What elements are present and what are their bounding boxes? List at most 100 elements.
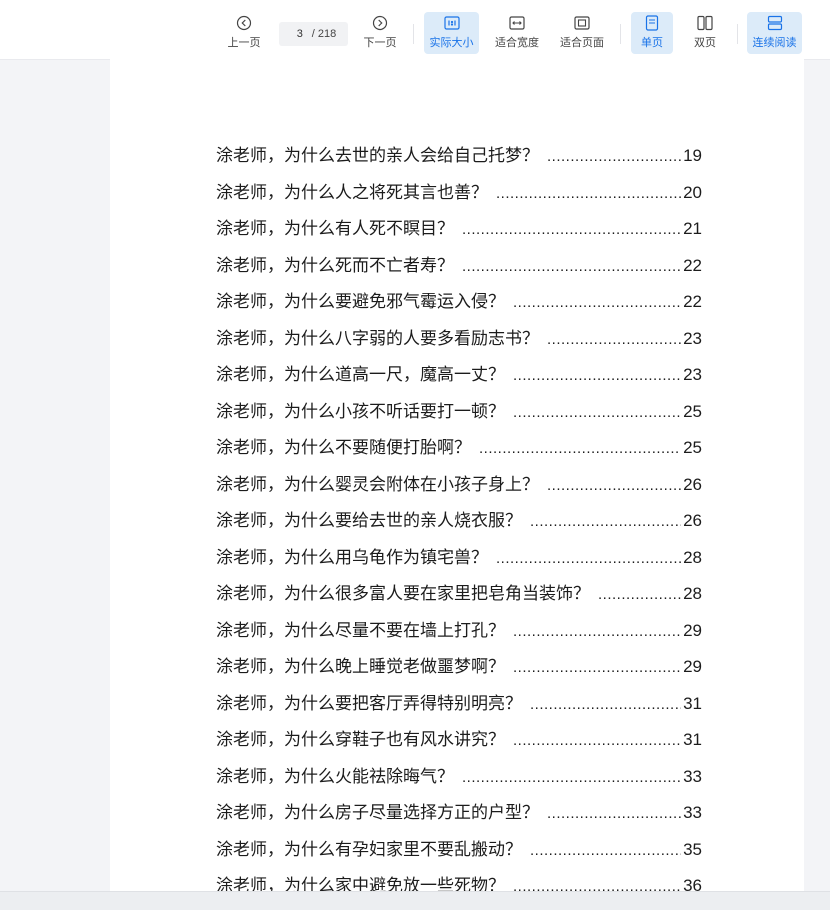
toc-leader-dots: ........................................… (479, 440, 681, 457)
toc-entry-title: 涂老师，为什么家中避免放一些死物？ (216, 876, 505, 891)
toc-entry[interactable]: 涂老师，为什么要给去世的亲人烧衣服？......................… (216, 506, 702, 543)
toc-leader-dots: ........................................… (462, 221, 682, 238)
toc-entry[interactable]: 涂老师，为什么要避免邪气霉运入侵？.......................… (216, 287, 702, 324)
toc-entry-title: 涂老师，为什么有人死不瞑目？ (216, 219, 454, 239)
toc-entry-title: 涂老师，为什么八字弱的人要多看励志书？ (216, 328, 539, 349)
bottom-scrollbar[interactable] (0, 891, 830, 910)
toc-leader-dots: ........................................… (598, 586, 682, 603)
toolbar-divider (620, 24, 621, 44)
toc-entry-title: 涂老师，为什么用乌龟作为镇宅兽？ (216, 547, 488, 568)
toc-entry-page: 35 (683, 839, 702, 859)
toc-leader-dots: ........................................… (513, 294, 682, 311)
toc-leader-dots: ........................................… (513, 367, 682, 384)
toc-leader-dots: ........................................… (547, 805, 682, 822)
toc-entry-page: 25 (683, 438, 702, 457)
toc-entry-page: 26 (683, 474, 702, 494)
toc-entry-title: 涂老师，为什么有孕妇家里不要乱搬动？ (216, 839, 522, 860)
toc-entry-title: 涂老师，为什么道高一尺，魔高一丈？ (216, 365, 505, 385)
page-number-input[interactable] (290, 28, 309, 40)
actual-size-button[interactable]: 实际大小 (424, 12, 479, 54)
toc-entry[interactable]: 涂老师，为什么八字弱的人要多看励志书？.....................… (216, 324, 702, 361)
prev-page-button[interactable]: 上一页 (224, 12, 264, 54)
toc-entry-page: 31 (683, 730, 702, 749)
toc-entry[interactable]: 涂老师，为什么道高一尺，魔高一丈？.......................… (216, 360, 702, 397)
single-page-icon (645, 14, 659, 32)
toc-leader-dots: ........................................… (513, 878, 682, 891)
toc-leader-dots: ........................................… (530, 841, 681, 859)
toc-entry-page: 28 (683, 584, 702, 603)
toc-entry[interactable]: 涂老师，为什么死而不亡者寿？..........................… (216, 251, 702, 288)
fit-page-label: 适合页面 (560, 37, 604, 49)
continuous-reading-button[interactable]: 连续阅读 (747, 12, 802, 54)
toc-entry-page: 33 (683, 766, 702, 786)
double-page-label: 双页 (694, 37, 716, 49)
toc-entry[interactable]: 涂老师，为什么要把客厅弄得特别明亮？......................… (216, 689, 702, 726)
toc-entry[interactable]: 涂老师，为什么去世的亲人会给自己托梦？.....................… (216, 141, 702, 178)
toc-entry[interactable]: 涂老师，为什么尽量不要在墙上打孔？.......................… (216, 616, 702, 653)
toc-entry-page: 29 (683, 620, 702, 640)
table-of-contents: 涂老师，为什么去世的亲人会给自己托梦？.....................… (216, 141, 702, 891)
toc-entry-title: 涂老师，为什么不要随便打胎啊？ (216, 438, 471, 458)
toc-entry-page: 33 (683, 803, 702, 822)
toolbar-divider (737, 24, 738, 44)
fit-page-button[interactable]: 适合页面 (555, 12, 609, 54)
toc-entry-page: 22 (683, 255, 702, 275)
toc-entry[interactable]: 涂老师，为什么很多富人要在家里把皂角当装饰？..................… (216, 579, 702, 616)
toc-entry-title: 涂老师，为什么要把客厅弄得特别明亮？ (216, 693, 522, 714)
toc-entry-title: 涂老师，为什么要给去世的亲人烧衣服？ (216, 511, 522, 531)
single-page-label: 单页 (641, 37, 663, 49)
toc-entry-title: 涂老师，为什么尽量不要在墙上打孔？ (216, 620, 505, 641)
toc-leader-dots: ........................................… (513, 622, 682, 640)
actual-size-label: 实际大小 (429, 37, 474, 49)
fit-width-label: 适合宽度 (495, 37, 539, 49)
toc-entry-title: 涂老师，为什么小孩不听话要打一顿？ (216, 401, 505, 422)
toc-entry[interactable]: 涂老师，为什么晚上睡觉老做噩梦啊？.......................… (216, 652, 702, 689)
toc-entry-page: 23 (683, 365, 702, 384)
toc-entry[interactable]: 涂老师，为什么家中避免放一些死物？.......................… (216, 871, 702, 891)
toc-entry-page: 22 (683, 292, 702, 311)
toc-entry-page: 36 (683, 876, 702, 891)
toc-entry[interactable]: 涂老师，为什么房子尽量选择方正的户型？.....................… (216, 798, 702, 835)
single-page-button[interactable]: 单页 (631, 12, 673, 54)
double-page-button[interactable]: 双页 (684, 12, 726, 54)
fit-width-button[interactable]: 适合宽度 (490, 12, 544, 54)
toc-entry[interactable]: 涂老师，为什么有人死不瞑目？..........................… (216, 214, 702, 251)
toc-leader-dots: ........................................… (547, 330, 682, 348)
toc-leader-dots: ........................................… (513, 732, 682, 749)
actual-size-icon (443, 14, 460, 32)
next-page-label: 下一页 (363, 37, 397, 49)
toc-entry-title: 涂老师，为什么很多富人要在家里把皂角当装饰？ (216, 584, 590, 604)
toc-entry[interactable]: 涂老师，为什么有孕妇家里不要乱搬动？......................… (216, 835, 702, 872)
prev-page-label: 上一页 (227, 37, 261, 49)
toc-entry[interactable]: 涂老师，为什么火能祛除晦气？..........................… (216, 762, 702, 799)
toc-entry[interactable]: 涂老师，为什么不要随便打胎啊？.........................… (216, 433, 702, 470)
chevron-right-circle-icon (372, 14, 388, 32)
toc-leader-dots: ........................................… (462, 768, 682, 786)
toc-entry-title: 涂老师，为什么婴灵会附体在小孩子身上？ (216, 474, 539, 495)
toc-entry-page: 28 (683, 547, 702, 567)
toc-entry-title: 涂老师，为什么穿鞋子也有风水讲究？ (216, 730, 505, 750)
toc-leader-dots: ........................................… (513, 659, 682, 676)
toc-leader-dots: ........................................… (530, 513, 681, 530)
toc-entry-title: 涂老师，为什么死而不亡者寿？ (216, 255, 454, 276)
toc-leader-dots: ........................................… (547, 476, 682, 494)
toc-leader-dots: ........................................… (513, 403, 682, 421)
toc-entry-title: 涂老师，为什么晚上睡觉老做噩梦啊？ (216, 657, 505, 677)
toolbar-divider (413, 24, 414, 44)
toc-entry-page: 19 (683, 146, 702, 165)
toc-entry-page: 26 (683, 511, 702, 530)
next-page-button[interactable]: 下一页 (360, 12, 400, 54)
toc-entry-page: 29 (683, 657, 702, 676)
toc-entry-page: 20 (683, 182, 702, 202)
toc-entry-title: 涂老师，为什么火能祛除晦气？ (216, 766, 454, 787)
fit-page-icon (574, 14, 590, 32)
toc-entry[interactable]: 涂老师，为什么人之将死其言也善？........................… (216, 178, 702, 215)
toc-entry[interactable]: 涂老师，为什么小孩不听话要打一顿？.......................… (216, 397, 702, 434)
toc-entry-page: 21 (683, 219, 702, 238)
toc-entry[interactable]: 涂老师，为什么用乌龟作为镇宅兽？........................… (216, 543, 702, 580)
toc-entry[interactable]: 涂老师，为什么穿鞋子也有风水讲究？.......................… (216, 725, 702, 762)
toc-leader-dots: ........................................… (530, 695, 681, 713)
toc-leader-dots: ........................................… (496, 549, 681, 567)
toc-entry[interactable]: 涂老师，为什么婴灵会附体在小孩子身上？.....................… (216, 470, 702, 507)
document-page: 涂老师，为什么去世的亲人会给自己托梦？.....................… (110, 59, 804, 891)
